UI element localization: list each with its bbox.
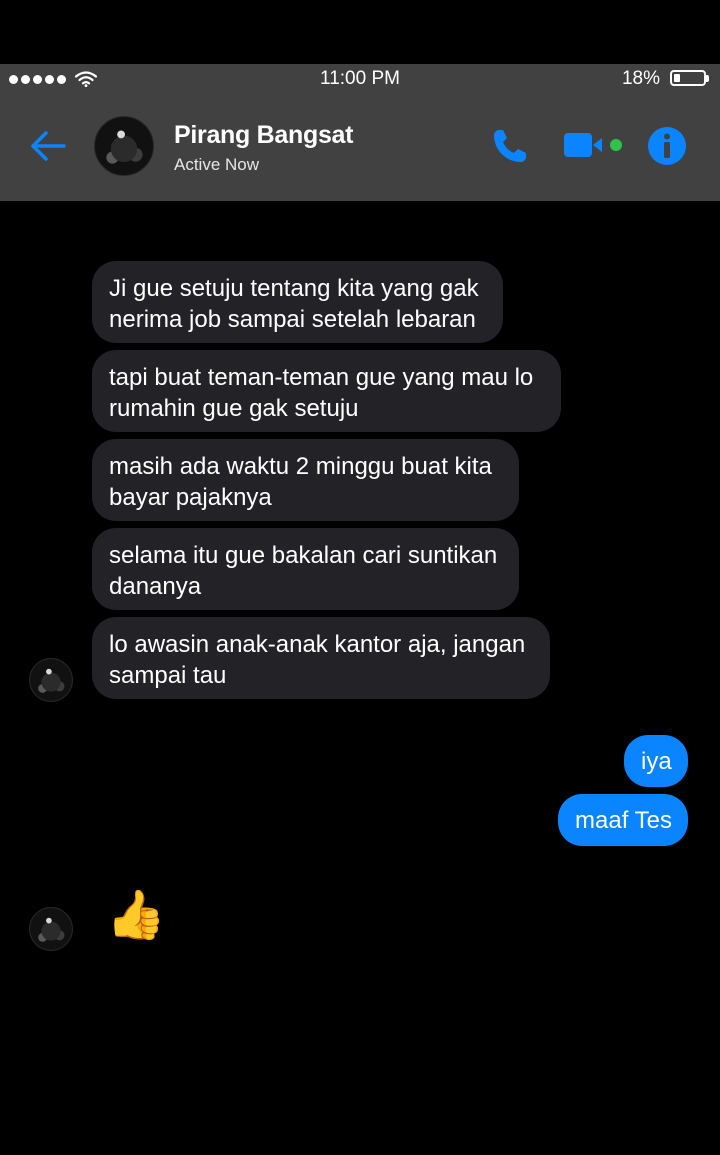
message-bubble-incoming[interactable]: selama itu gue bakalan cari suntikan dan… [92,528,519,610]
battery-icon [670,70,709,86]
message-bubble-incoming[interactable]: tapi buat teman-teman gue yang mau lo ru… [92,350,561,432]
sender-avatar[interactable] [29,658,73,702]
message-bubble-incoming[interactable]: masih ada waktu 2 minggu buat kita bayar… [92,439,519,521]
contact-avatar[interactable] [94,116,154,176]
back-arrow-icon[interactable] [28,126,68,166]
message-bubble-incoming[interactable]: lo awasin anak-anak kantor aja, jangan s… [92,617,550,699]
message-bubble-outgoing[interactable]: iya [624,735,688,787]
phone-icon[interactable] [490,126,530,166]
contact-name[interactable]: Pirang Bangsat [174,121,353,150]
sender-avatar[interactable] [29,907,73,951]
video-camera-icon[interactable] [562,130,624,160]
status-time: 11:00 PM [320,68,400,89]
contact-active-status: Active Now [174,155,260,174]
thumbs-up-message[interactable]: 👍 [106,888,166,944]
info-icon[interactable] [647,126,687,166]
message-bubble-incoming[interactable]: Ji gue setuju tentang kita yang gak neri… [92,261,503,343]
conversation-header: Pirang Bangsat Active Now [0,94,720,201]
battery-percentage: 18% [621,68,660,89]
message-bubble-outgoing[interactable]: maaf Tes [558,794,688,846]
status-bar: 11:00 PM 18% [0,64,720,94]
top-black-bar [0,0,720,64]
